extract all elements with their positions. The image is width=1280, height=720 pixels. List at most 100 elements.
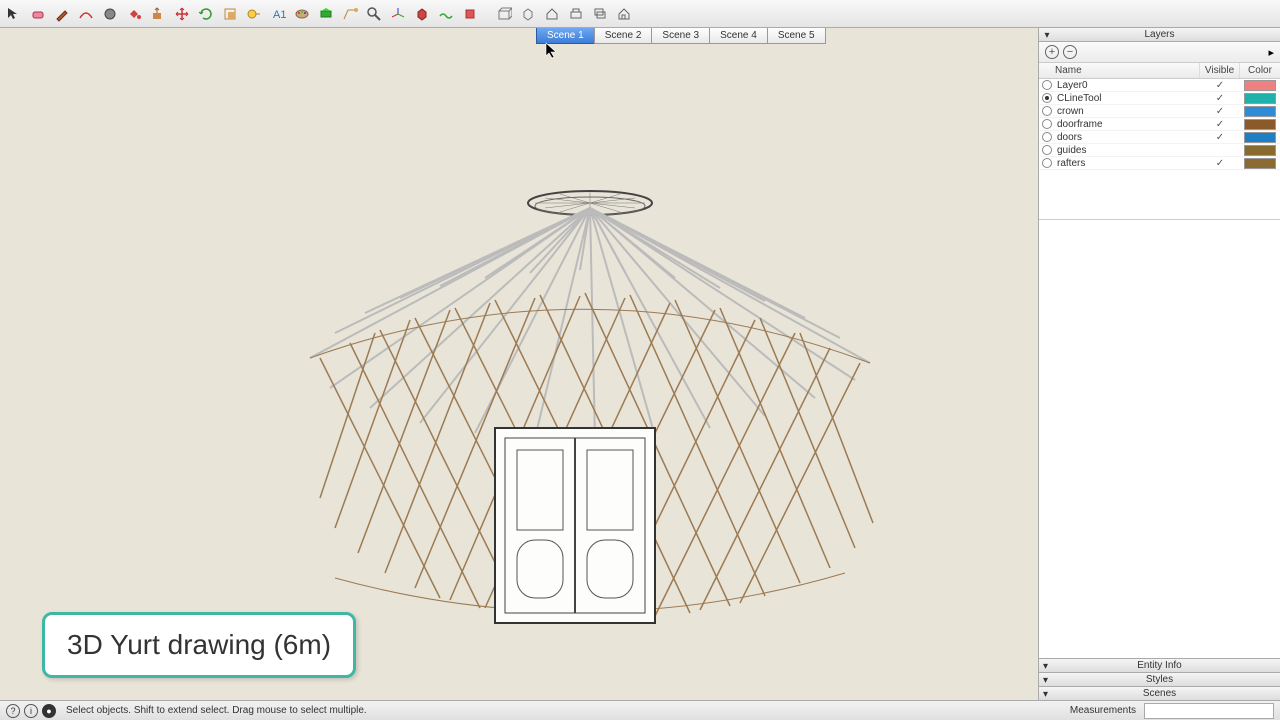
- scene-tab-3[interactable]: Scene 3: [651, 28, 710, 44]
- layers-header: Name Visible Color: [1039, 63, 1280, 79]
- person-icon[interactable]: ●: [42, 704, 56, 718]
- zoom-tool-icon[interactable]: [364, 4, 384, 24]
- layer-row[interactable]: crown✓: [1039, 105, 1280, 118]
- layer-radio[interactable]: [1042, 93, 1052, 103]
- followme-tool-icon[interactable]: [460, 4, 480, 24]
- select-tool-icon[interactable]: [4, 4, 24, 24]
- house-nav-icon[interactable]: [614, 4, 634, 24]
- layer-name: Layer0: [1055, 80, 1200, 91]
- layers-toolbar: + − ▸: [1039, 42, 1280, 63]
- layer-radio[interactable]: [1042, 145, 1052, 155]
- layer-color-swatch[interactable]: [1244, 106, 1276, 117]
- layer-color-swatch[interactable]: [1244, 93, 1276, 104]
- layer-visible-checkbox[interactable]: ✓: [1200, 158, 1240, 169]
- help-icon[interactable]: ?: [6, 704, 20, 718]
- layer-row[interactable]: CLineTool✓: [1039, 92, 1280, 105]
- styles-panel[interactable]: ▾ Styles: [1039, 672, 1280, 686]
- layer-name: crown: [1055, 106, 1200, 117]
- layers-list: Layer0✓CLineTool✓crown✓doorframe✓doors✓g…: [1039, 79, 1280, 219]
- col-visible[interactable]: Visible: [1200, 63, 1240, 78]
- yurt-model: [280, 158, 900, 638]
- tape-tool-icon[interactable]: [244, 4, 264, 24]
- layer-row[interactable]: Layer0✓: [1039, 79, 1280, 92]
- collapse-icon[interactable]: ▾: [1043, 675, 1048, 686]
- remove-layer-icon[interactable]: −: [1063, 45, 1077, 59]
- cursor-icon: [545, 42, 559, 60]
- layer-name: guides: [1055, 145, 1200, 156]
- collapse-icon[interactable]: ▾: [1043, 689, 1048, 700]
- layer-name: rafters: [1055, 158, 1200, 169]
- status-hint: Select objects. Shift to extend select. …: [66, 705, 1070, 716]
- scenes-panel[interactable]: ▾ Scenes: [1039, 686, 1280, 700]
- layer-name: CLineTool: [1055, 93, 1200, 104]
- arc-tool-icon[interactable]: [76, 4, 96, 24]
- text-tool-icon[interactable]: A1: [268, 4, 288, 24]
- scene-tab-4[interactable]: Scene 4: [709, 28, 768, 44]
- eraser-tool-icon[interactable]: [28, 4, 48, 24]
- paint-tool-icon[interactable]: [292, 4, 312, 24]
- side-panel: ▾ Layers + − ▸ Name Visible Color Layer0…: [1038, 28, 1280, 700]
- layer-radio[interactable]: [1042, 158, 1052, 168]
- move-tool-icon[interactable]: [172, 4, 192, 24]
- rotate-tool-icon[interactable]: [196, 4, 216, 24]
- pushpull-tool-icon[interactable]: [148, 4, 168, 24]
- sandbox-tool-icon[interactable]: [436, 4, 456, 24]
- print-nav-icon[interactable]: [566, 4, 586, 24]
- info-icon[interactable]: i: [24, 704, 38, 718]
- layer-visible-checkbox[interactable]: ✓: [1200, 93, 1240, 104]
- layers-menu-icon[interactable]: ▸: [1268, 46, 1274, 59]
- layer-visible-checkbox[interactable]: ✓: [1200, 119, 1240, 130]
- pencil-tool-icon[interactable]: [52, 4, 72, 24]
- layer-color-swatch[interactable]: [1244, 145, 1276, 156]
- layer-visible-checkbox[interactable]: ✓: [1200, 80, 1240, 91]
- scenes-panel-title: Scenes: [1143, 688, 1176, 699]
- layer-visible-checkbox[interactable]: ✓: [1200, 132, 1240, 143]
- axes-tool-icon[interactable]: [388, 4, 408, 24]
- layers-panel: + − ▸ Name Visible Color Layer0✓CLineToo…: [1039, 42, 1280, 219]
- scale-tool-icon[interactable]: [220, 4, 240, 24]
- stack-nav-icon[interactable]: [590, 4, 610, 24]
- layer-color-swatch[interactable]: [1244, 132, 1276, 143]
- entity-info-title: Entity Info: [1137, 660, 1181, 671]
- solid-tool-icon[interactable]: [412, 4, 432, 24]
- circle-tool-icon[interactable]: [100, 4, 120, 24]
- layers-title-text: Layers: [1144, 29, 1174, 40]
- layer-color-swatch[interactable]: [1244, 80, 1276, 91]
- scene-tabs: Scene 1 Scene 2 Scene 3 Scene 4 Scene 5: [537, 28, 826, 44]
- bucket-tool-icon[interactable]: [124, 4, 144, 24]
- scene-tab-2[interactable]: Scene 2: [594, 28, 653, 44]
- box-nav-icon[interactable]: [494, 4, 514, 24]
- layer-row[interactable]: doors✓: [1039, 131, 1280, 144]
- collapse-icon[interactable]: ▾: [1043, 661, 1048, 672]
- col-color[interactable]: Color: [1240, 63, 1280, 78]
- main-toolbar: A1: [0, 0, 1280, 28]
- layer-color-swatch[interactable]: [1244, 119, 1276, 130]
- measurements-label: Measurements: [1070, 705, 1136, 716]
- layer-radio[interactable]: [1042, 80, 1052, 90]
- scene-tab-5[interactable]: Scene 5: [767, 28, 826, 44]
- layer-color-swatch[interactable]: [1244, 158, 1276, 169]
- iso-nav-icon[interactable]: [518, 4, 538, 24]
- layer-name: doorframe: [1055, 119, 1200, 130]
- callout-label: 3D Yurt drawing (6m): [42, 612, 356, 678]
- layer-row[interactable]: guides: [1039, 144, 1280, 157]
- layer-row[interactable]: doorframe✓: [1039, 118, 1280, 131]
- styles-title: Styles: [1146, 674, 1173, 685]
- layers-panel-title[interactable]: ▾ Layers: [1039, 28, 1280, 42]
- collapse-icon[interactable]: ▾: [1043, 30, 1051, 38]
- viewport-3d[interactable]: [0, 28, 1037, 700]
- col-name[interactable]: Name: [1039, 63, 1200, 78]
- dimension-tool-icon[interactable]: [340, 4, 360, 24]
- home-nav-icon[interactable]: [542, 4, 562, 24]
- layer-radio[interactable]: [1042, 119, 1052, 129]
- entity-info-panel[interactable]: ▾ Entity Info: [1039, 658, 1280, 672]
- layer-radio[interactable]: [1042, 106, 1052, 116]
- layer-radio[interactable]: [1042, 132, 1052, 142]
- measurements-input[interactable]: [1144, 703, 1274, 719]
- svg-text:A1: A1: [273, 9, 286, 21]
- layer-row[interactable]: rafters✓: [1039, 157, 1280, 170]
- layer-name: doors: [1055, 132, 1200, 143]
- add-layer-icon[interactable]: +: [1045, 45, 1059, 59]
- section-tool-icon[interactable]: [316, 4, 336, 24]
- layer-visible-checkbox[interactable]: ✓: [1200, 106, 1240, 117]
